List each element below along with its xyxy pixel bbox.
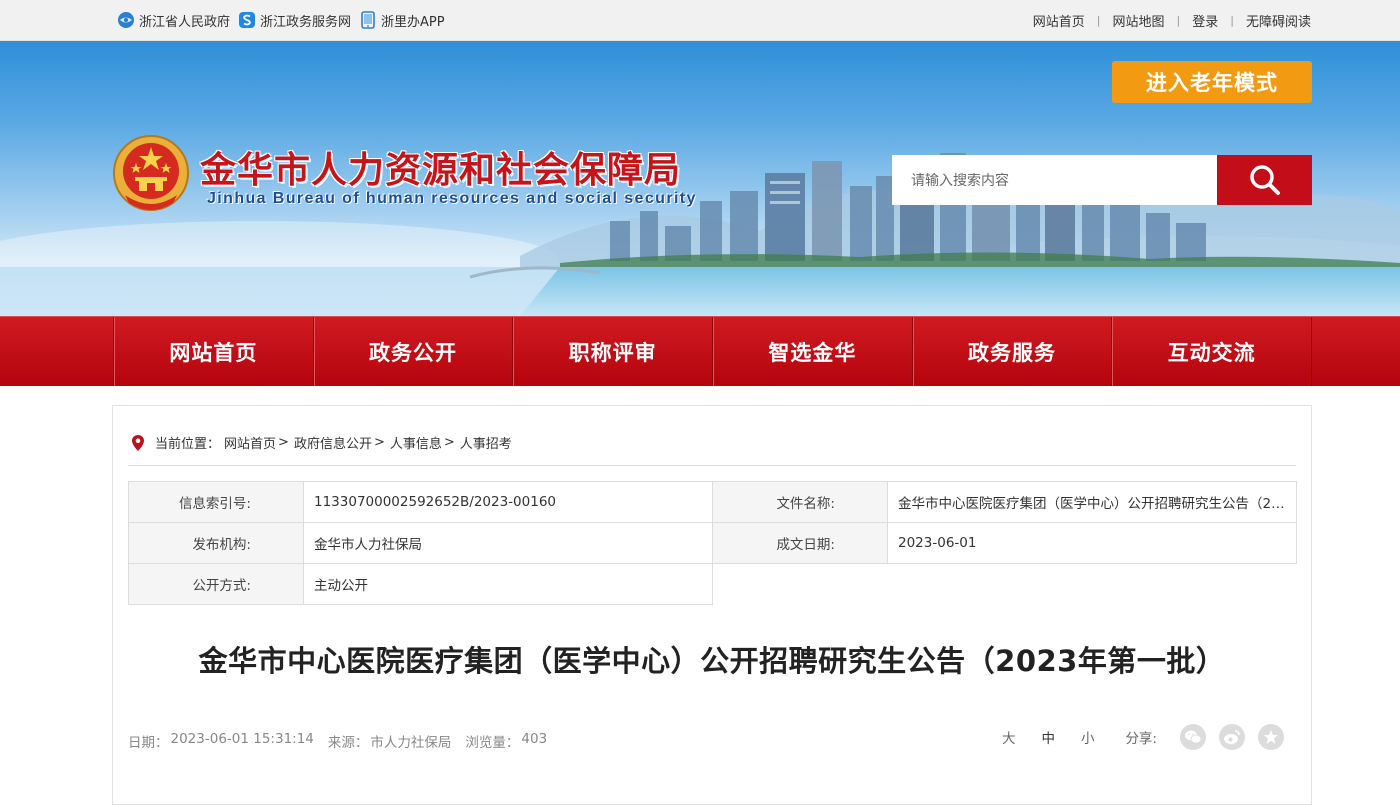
meta-mode-value: 主动公开 [303, 563, 713, 605]
national-emblem-icon [111, 133, 191, 215]
meta-label: 发布机构: [128, 522, 304, 564]
font-size-small-button[interactable]: 小 [1081, 727, 1095, 747]
divider: | [1096, 13, 1101, 27]
meta-label: 文件名称: [712, 481, 888, 523]
phone-app-icon [359, 11, 377, 29]
search-button[interactable] [1217, 155, 1312, 205]
link-zhejiang-gov[interactable]: 浙江省人民政府 [117, 11, 230, 30]
breadcrumb-recruitment[interactable]: 人事招考 [460, 433, 512, 452]
date-value: 2023-06-01 15:31:14 [170, 731, 314, 747]
breadcrumb-label: 当前位置： [155, 437, 221, 452]
breadcrumb-personnel-info[interactable]: 人事信息 [390, 433, 442, 452]
main-nav: 网站首页 政务公开 职称评审 智选金华 政务服务 互动交流 [0, 316, 1400, 386]
breadcrumb: 当前位置： 网站首页 > 政府信息公开 > 人事信息 > 人事招考 [131, 433, 512, 452]
link-label: 浙江政务服务网 [260, 14, 352, 30]
source-value: 市人力社保局 [370, 735, 452, 751]
top-link-sitemap[interactable]: 网站地图 [1113, 11, 1165, 30]
breadcrumb-separator: > [443, 435, 455, 450]
favorite-star-icon[interactable] [1258, 724, 1284, 750]
article-panel: 当前位置： 网站首页 > 政府信息公开 > 人事信息 > 人事招考 信息索引号:… [112, 405, 1312, 805]
link-label: 浙里办APP [381, 14, 445, 30]
nav-item-home[interactable]: 网站首页 [114, 317, 314, 386]
nav-item-interaction[interactable]: 互动交流 [1112, 317, 1313, 386]
share-label: 分享: [1125, 731, 1157, 747]
meta-label: 成文日期: [712, 522, 888, 564]
header-banner: 金华市人力资源和社会保障局 Jinhua Bureau of human res… [0, 41, 1400, 316]
breadcrumb-home[interactable]: 网站首页 [224, 433, 276, 452]
document-meta-table: 信息索引号: 11330700002592652B/2023-00160 文件名… [128, 481, 1297, 605]
article-info: 日期： 2023-06-01 15:31:14 来源： 市人力社保局 浏览量： … [128, 731, 549, 751]
font-size-large-button[interactable]: 大 [1002, 727, 1016, 747]
divider: | [1176, 13, 1181, 27]
meta-publisher-value: 金华市人力社保局 [303, 522, 713, 564]
site-title: 金华市人力资源和社会保障局 [200, 149, 682, 191]
nav-item-gov-services[interactable]: 政务服务 [913, 317, 1113, 386]
views-value: 403 [521, 731, 548, 747]
top-right-links: 网站首页 | 网站地图 | 登录 | 无障碍阅读 [1033, 11, 1311, 30]
breadcrumb-gov-info[interactable]: 政府信息公开 [294, 433, 372, 452]
top-link-home[interactable]: 网站首页 [1033, 11, 1085, 30]
breadcrumb-separator: > [373, 435, 385, 450]
table-row: 信息索引号: 11330700002592652B/2023-00160 文件名… [128, 481, 1297, 523]
nav-item-title-review[interactable]: 职称评审 [513, 317, 714, 386]
source-label: 来源： [327, 735, 369, 751]
nav-item-zhixuan-jinhua[interactable]: 智选金华 [713, 317, 913, 386]
views-label: 浏览量： [465, 735, 520, 751]
elder-mode-button[interactable]: 进入老年模式 [1112, 61, 1312, 103]
site-subtitle: Jinhua Bureau of human resources and soc… [207, 190, 697, 207]
top-external-links: 浙江省人民政府 浙江政务服务网 浙里办APP [117, 11, 447, 30]
top-link-login[interactable]: 登录 [1192, 11, 1218, 30]
empty-cell [712, 563, 1297, 605]
gov-globe-icon [117, 11, 135, 29]
divider: | [1230, 13, 1234, 27]
weibo-icon[interactable] [1219, 724, 1245, 750]
table-row: 公开方式: 主动公开 [128, 563, 1297, 605]
top-link-accessibility[interactable]: 无障碍阅读 [1246, 11, 1311, 30]
divider [128, 465, 1296, 466]
table-row: 发布机构: 金华市人力社保局 成文日期: 2023-06-01 [128, 522, 1297, 564]
search-bar [892, 155, 1312, 205]
meta-label: 公开方式: [128, 563, 304, 605]
link-zhejiang-service[interactable]: 浙江政务服务网 [238, 11, 351, 30]
nav-item-gov-affairs[interactable]: 政务公开 [314, 317, 514, 386]
meta-index-value: 11330700002592652B/2023-00160 [303, 481, 713, 523]
date-label: 日期： [128, 735, 169, 751]
link-label: 浙江省人民政府 [139, 14, 231, 30]
meta-label: 信息索引号: [128, 481, 304, 523]
breadcrumb-separator: > [278, 435, 289, 450]
location-pin-icon [132, 434, 144, 451]
meta-filename-value: 金华市中心医院医疗集团（医学中心）公开招聘研究生公告（2023年第一批） [887, 481, 1297, 523]
font-size-medium-button[interactable]: 中 [1041, 727, 1055, 747]
wechat-icon[interactable] [1180, 724, 1206, 750]
search-icon [1249, 165, 1280, 195]
search-input[interactable] [892, 155, 1217, 205]
meta-date-value: 2023-06-01 [887, 522, 1297, 564]
link-zheliban-app[interactable]: 浙里办APP [359, 11, 445, 30]
service-s-icon [238, 11, 256, 29]
top-bar: 浙江省人民政府 浙江政务服务网 浙里办APP 网站首页 | 网站地图 | 登录 … [0, 0, 1400, 41]
article-title: 金华市中心医院医疗集团（医学中心）公开招聘研究生公告（2023年第一批） [198, 644, 1226, 678]
article-tools: 大 中 小 分享: [989, 724, 1284, 750]
